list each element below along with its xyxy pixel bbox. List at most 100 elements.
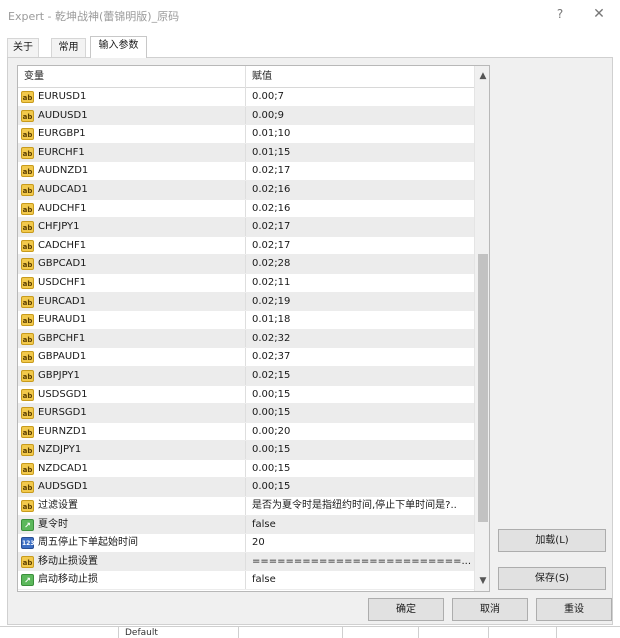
parameter-name-cell[interactable]: ab CHFJPY1 — [18, 218, 246, 236]
parameter-value[interactable]: 0.00;15 — [246, 404, 474, 422]
save-button[interactable]: 保存(S) — [498, 567, 606, 590]
parameter-row[interactable]: ab USDCHF1 0.02;11 — [18, 273, 474, 293]
parameter-name-cell[interactable]: ab EURAUD1 — [18, 311, 246, 329]
parameter-row[interactable]: ab GBPCHF1 0.02;32 — [18, 329, 474, 349]
parameter-row[interactable]: ab EURUSD1 0.00;7 — [18, 88, 474, 107]
parameter-value[interactable]: 0.02;16 — [246, 181, 474, 199]
parameter-row[interactable]: ab AUDCHF1 0.02;16 — [18, 199, 474, 219]
parameter-row[interactable]: ab AUDSGD1 0.00;15 — [18, 478, 474, 498]
parameter-name: AUDUSD1 — [38, 109, 88, 121]
parameter-row[interactable]: ab EURCHF1 0.01;15 — [18, 143, 474, 163]
parameter-value[interactable]: 0.01;18 — [246, 311, 474, 329]
help-button[interactable]: ? — [546, 4, 574, 24]
parameter-value[interactable]: false — [246, 571, 474, 589]
parameter-row[interactable]: ↗ 夏令时 false — [18, 515, 474, 535]
column-header-value[interactable]: 赋值 — [246, 66, 474, 88]
parameter-row[interactable]: ab CADCHF1 0.02;17 — [18, 236, 474, 256]
scroll-down-icon[interactable]: ▼ — [475, 573, 489, 589]
parameter-value[interactable]: 0.02;28 — [246, 255, 474, 273]
parameter-name-cell[interactable]: ↗ 启动移动止损 — [18, 571, 246, 590]
parameter-value[interactable]: 0.02;19 — [246, 293, 474, 311]
parameter-name-cell[interactable]: ab 过滤设置 — [18, 497, 246, 515]
parameter-value[interactable]: 0.00;20 — [246, 423, 474, 441]
ok-button[interactable]: 确定 — [368, 598, 444, 621]
parameter-value[interactable]: 0.02;16 — [246, 200, 474, 218]
parameter-name-cell[interactable]: ab AUDNZD1 — [18, 162, 246, 180]
parameter-value[interactable]: 0.00;15 — [246, 478, 474, 496]
parameter-value[interactable]: 0.00;7 — [246, 88, 474, 106]
scroll-thumb[interactable] — [478, 254, 488, 522]
parameter-name-cell[interactable]: ↗ 夏令时 — [18, 515, 246, 534]
parameter-name-cell[interactable]: ab NZDCAD1 — [18, 459, 246, 478]
parameter-name-cell[interactable]: ab GBPAUD1 — [18, 348, 246, 366]
parameter-row[interactable]: ab AUDUSD1 0.00;9 — [18, 106, 474, 126]
scroll-up-icon[interactable]: ▲ — [475, 68, 489, 84]
parameter-row[interactable]: ab EURCAD1 0.02;19 — [18, 292, 474, 312]
parameter-value[interactable]: 0.02;15 — [246, 367, 474, 385]
vertical-scrollbar[interactable]: ▲ ▼ — [474, 66, 489, 591]
column-header-variable[interactable]: 变量 — [18, 66, 246, 88]
parameter-row[interactable]: ab GBPJPY1 0.02;15 — [18, 366, 474, 386]
parameter-name-cell[interactable]: ab EURUSD1 — [18, 88, 246, 106]
tab-about[interactable]: 关于 — [7, 38, 39, 58]
parameter-row[interactable]: ab GBPCAD1 0.02;28 — [18, 255, 474, 274]
close-button[interactable]: ✕ — [585, 4, 613, 24]
parameter-row[interactable]: ab AUDCAD1 0.02;16 — [18, 180, 474, 200]
parameter-row[interactable]: ab EURNZD1 0.00;20 — [18, 422, 474, 442]
parameter-name-cell[interactable]: ab AUDUSD1 — [18, 106, 246, 125]
parameter-value[interactable]: 是否为夏令时是指纽约时间,停止下单时间是?.. — [246, 497, 474, 515]
parameter-name-cell[interactable]: ab USDSGD1 — [18, 385, 246, 404]
parameter-value[interactable]: 20 — [246, 534, 474, 552]
parameter-value[interactable]: 0.01;15 — [246, 144, 474, 162]
parameter-row[interactable]: ab CHFJPY1 0.02;17 — [18, 218, 474, 237]
parameter-name-cell[interactable]: ab USDCHF1 — [18, 273, 246, 292]
parameter-name-cell[interactable]: ab 移动止损设置 — [18, 552, 246, 571]
parameter-name-cell[interactable]: ab GBPCHF1 — [18, 329, 246, 348]
parameter-name-cell[interactable]: 123 周五停止下单起始时间 — [18, 534, 246, 552]
parameter-row[interactable]: ab USDSGD1 0.00;15 — [18, 385, 474, 405]
parameter-value[interactable]: 0.00;15 — [246, 386, 474, 404]
parameter-row[interactable]: ab EURGBP1 0.01;10 — [18, 125, 474, 144]
parameter-name-cell[interactable]: ab EURCAD1 — [18, 292, 246, 311]
reset-button[interactable]: 重设 — [536, 598, 612, 621]
parameter-value[interactable]: false — [246, 516, 474, 534]
parameter-value[interactable]: 0.02;32 — [246, 330, 474, 348]
parameter-value[interactable]: 0.00;15 — [246, 460, 474, 478]
parameter-name: CHFJPY1 — [38, 221, 80, 233]
parameter-value[interactable]: 0.00;15 — [246, 441, 474, 459]
parameter-row[interactable]: ab AUDNZD1 0.02;17 — [18, 162, 474, 181]
cancel-button[interactable]: 取消 — [452, 598, 528, 621]
parameter-name-cell[interactable]: ab AUDCHF1 — [18, 199, 246, 218]
parameter-value[interactable]: =========================... — [246, 553, 474, 571]
parameter-value[interactable]: 0.01;10 — [246, 125, 474, 143]
parameter-value[interactable]: 0.00;9 — [246, 107, 474, 125]
parameter-row[interactable]: ab NZDJPY1 0.00;15 — [18, 441, 474, 460]
parameter-row[interactable]: ↗ 启动移动止损 false — [18, 571, 474, 591]
string-type-icon: ab — [21, 314, 34, 327]
parameter-row[interactable]: ab 移动止损设置 =========================... — [18, 552, 474, 572]
parameter-row[interactable]: 123 周五停止下单起始时间 20 — [18, 534, 474, 553]
tab-common[interactable]: 常用 — [51, 38, 86, 58]
parameter-name-cell[interactable]: ab NZDJPY1 — [18, 441, 246, 459]
parameter-row[interactable]: ab 过滤设置 是否为夏令时是指纽约时间,停止下单时间是?.. — [18, 497, 474, 516]
tab-inputs[interactable]: 输入参数 — [90, 36, 147, 58]
load-button[interactable]: 加载(L) — [498, 529, 606, 552]
parameter-value[interactable]: 0.02;17 — [246, 162, 474, 180]
parameter-name-cell[interactable]: ab CADCHF1 — [18, 236, 246, 255]
parameter-name-cell[interactable]: ab GBPCAD1 — [18, 255, 246, 273]
parameter-row[interactable]: ab EURSGD1 0.00;15 — [18, 404, 474, 423]
parameter-value[interactable]: 0.02;17 — [246, 218, 474, 236]
parameter-name-cell[interactable]: ab EURCHF1 — [18, 143, 246, 162]
parameter-name-cell[interactable]: ab GBPJPY1 — [18, 366, 246, 385]
parameter-row[interactable]: ab GBPAUD1 0.02;37 — [18, 348, 474, 367]
parameter-name-cell[interactable]: ab EURNZD1 — [18, 422, 246, 441]
parameter-name-cell[interactable]: ab EURGBP1 — [18, 125, 246, 143]
parameter-name-cell[interactable]: ab EURSGD1 — [18, 404, 246, 422]
parameter-value[interactable]: 0.02;11 — [246, 274, 474, 292]
parameter-value[interactable]: 0.02;17 — [246, 237, 474, 255]
parameter-name-cell[interactable]: ab AUDCAD1 — [18, 180, 246, 199]
parameter-name-cell[interactable]: ab AUDSGD1 — [18, 478, 246, 497]
parameter-value[interactable]: 0.02;37 — [246, 348, 474, 366]
parameter-row[interactable]: ab NZDCAD1 0.00;15 — [18, 459, 474, 479]
parameter-row[interactable]: ab EURAUD1 0.01;18 — [18, 311, 474, 330]
